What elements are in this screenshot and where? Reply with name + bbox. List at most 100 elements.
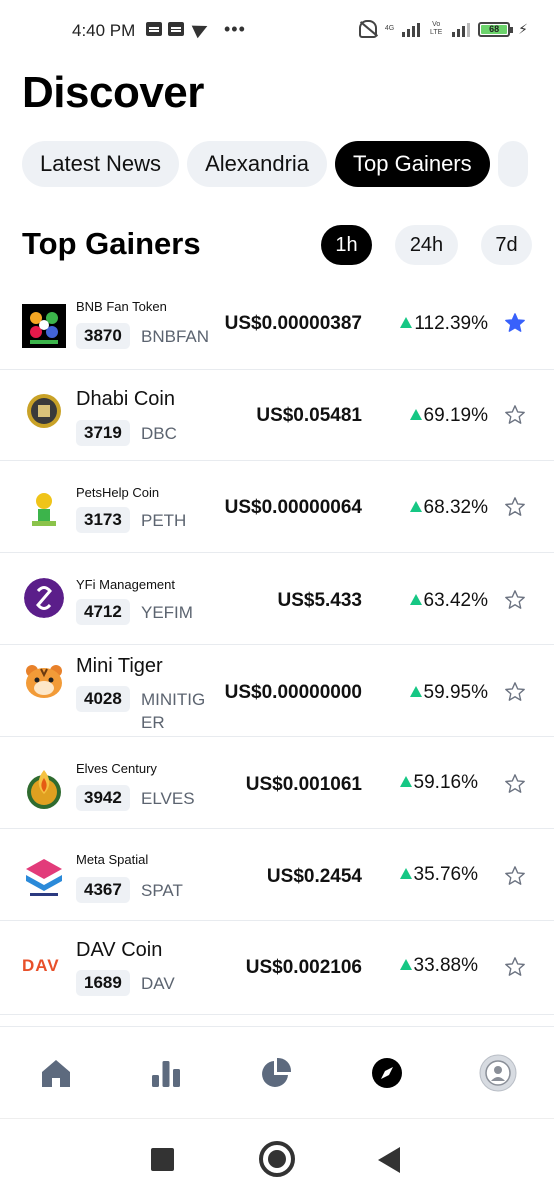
favorite-star-icon[interactable] xyxy=(504,312,526,334)
charging-icon: ⚡ xyxy=(518,20,528,37)
section-title: Top Gainers xyxy=(22,226,201,261)
up-arrow-icon xyxy=(400,317,413,328)
system-icons: 4G Vo LTE 68 ⚡ xyxy=(358,20,528,38)
favorite-star-icon[interactable] xyxy=(504,865,526,887)
elves-century-logo-icon xyxy=(24,766,64,810)
coin-rank-badge: 3870 xyxy=(76,323,130,349)
coin-price: US$0.00000064 xyxy=(224,497,362,518)
mini-tiger-logo-icon xyxy=(24,663,64,699)
coin-name: PetsHelp Coin xyxy=(76,485,160,500)
coin-change: 112.39% xyxy=(400,313,488,335)
network-type-label: 4G xyxy=(384,25,395,32)
coin-symbol-line1: MINITIG xyxy=(141,690,206,709)
up-arrow-icon xyxy=(399,868,412,879)
coin-change: 69.19% xyxy=(409,405,488,427)
coin-row[interactable]: PetsHelp Coin 3173 PETH US$0.00000064 68… xyxy=(0,461,554,553)
status-time: 4:40 PM xyxy=(72,21,136,40)
petshelp-logo-icon xyxy=(26,489,62,529)
coin-change: 33.88% xyxy=(399,955,478,977)
notification-icons: ••• xyxy=(146,19,246,39)
page-title: Discover xyxy=(22,68,204,117)
home-icon[interactable] xyxy=(38,1055,74,1091)
coin-symbol: ELVES xyxy=(141,789,195,808)
status-bar: 4:40 PM ••• 4G Vo LTE 68 ⚡ xyxy=(0,0,554,64)
coin-change-value: 33.88% xyxy=(413,955,478,976)
coin-change-value: 59.16% xyxy=(413,772,478,793)
favorite-star-icon[interactable] xyxy=(504,681,526,703)
telegram-icon xyxy=(191,19,211,39)
up-arrow-icon xyxy=(409,594,422,605)
signal-icon-2 xyxy=(452,21,471,37)
up-arrow-icon xyxy=(399,959,412,970)
up-arrow-icon xyxy=(399,776,412,787)
coin-price: US$0.002106 xyxy=(245,957,362,978)
profile-avatar-icon[interactable] xyxy=(479,1054,517,1092)
coin-change: 35.76% xyxy=(399,864,478,886)
favorite-star-icon[interactable] xyxy=(504,773,526,795)
tab-latest-news[interactable]: Latest News xyxy=(22,141,180,187)
coin-list: BNB Fan Token 3870 BNBFAN US$0.00000387 … xyxy=(0,278,554,1015)
battery-level: 68 xyxy=(481,24,508,34)
home-button-icon[interactable] xyxy=(259,1141,295,1177)
pie-chart-icon[interactable] xyxy=(258,1055,294,1091)
coin-price: US$0.00000000 xyxy=(224,682,362,703)
coin-change: 59.95% xyxy=(409,682,488,704)
coin-change-value: 35.76% xyxy=(413,864,478,885)
coin-rank-badge: 4367 xyxy=(76,877,130,903)
coin-row[interactable]: Mini Tiger 4028 MINITIG ER US$0.00000000… xyxy=(0,645,554,737)
coin-name: Elves Century xyxy=(76,761,157,776)
tab-top-gainers[interactable]: Top Gainers xyxy=(335,141,490,187)
favorite-star-icon[interactable] xyxy=(504,589,526,611)
coin-change: 63.42% xyxy=(409,590,488,612)
coin-change: 68.32% xyxy=(409,497,488,519)
coin-rank-badge: 4028 xyxy=(76,686,130,712)
coin-name: Mini Tiger xyxy=(76,655,163,677)
dav-coin-logo-icon: DAV xyxy=(22,956,60,975)
coin-price: US$0.05481 xyxy=(256,405,362,426)
compass-icon[interactable] xyxy=(369,1055,405,1091)
period-1h-button[interactable]: 1h xyxy=(321,225,372,265)
coin-change-value: 63.42% xyxy=(423,590,488,611)
favorite-star-icon[interactable] xyxy=(504,404,526,426)
back-icon[interactable] xyxy=(378,1147,400,1173)
dhabi-coin-logo-icon xyxy=(26,393,62,429)
coin-symbol-line2: ER xyxy=(141,713,165,732)
message-icon xyxy=(146,22,162,36)
favorite-star-icon[interactable] xyxy=(504,956,526,978)
period-7d-button[interactable]: 7d xyxy=(481,225,532,265)
coin-price: US$0.001061 xyxy=(245,774,362,795)
coin-name: DAV Coin xyxy=(76,939,163,961)
coin-row[interactable]: YFi Management 4712 YEFIM US$5.433 63.42… xyxy=(0,553,554,645)
coin-change-value: 68.32% xyxy=(423,497,488,518)
up-arrow-icon xyxy=(409,409,422,420)
recent-apps-icon[interactable] xyxy=(151,1148,174,1171)
bar-chart-icon[interactable] xyxy=(148,1055,184,1091)
coin-rank-badge: 3719 xyxy=(76,420,130,446)
coin-change-value: 112.39% xyxy=(414,313,488,334)
bnbfan-logo-icon xyxy=(22,304,66,348)
bottom-nav xyxy=(0,1026,554,1118)
signal-icon xyxy=(402,21,421,37)
coin-row[interactable]: Dhabi Coin 3719 DBC US$0.05481 69.19% xyxy=(0,370,554,461)
coin-rank-badge: 4712 xyxy=(76,599,130,625)
coin-row[interactable]: Elves Century 3942 ELVES US$0.001061 59.… xyxy=(0,737,554,829)
coin-row[interactable]: Meta Spatial 4367 SPAT US$0.2454 35.76% xyxy=(0,829,554,921)
up-arrow-icon xyxy=(409,686,422,697)
tab-next[interactable] xyxy=(497,141,528,187)
favorite-star-icon[interactable] xyxy=(504,496,526,518)
coin-name: BNB Fan Token xyxy=(76,299,167,314)
coin-symbol: DBC xyxy=(141,424,177,443)
tab-alexandria[interactable]: Alexandria xyxy=(187,141,328,187)
coin-row[interactable]: BNB Fan Token 3870 BNBFAN US$0.00000387 … xyxy=(0,278,554,370)
category-tabs: Latest News Alexandria Top Gainers xyxy=(22,141,554,189)
coin-symbol: BNBFAN xyxy=(141,327,210,346)
coin-symbol: YEFIM xyxy=(141,603,193,622)
period-24h-button[interactable]: 24h xyxy=(395,225,458,265)
coin-rank-badge: 3173 xyxy=(76,507,130,533)
coin-price: US$0.00000387 xyxy=(224,313,362,334)
coin-row[interactable]: DAV DAV Coin 1689 DAV US$0.002106 33.88% xyxy=(0,921,554,1015)
battery-icon: 68 xyxy=(478,21,514,37)
coin-change: 59.16% xyxy=(399,772,478,794)
coin-rank-badge: 3942 xyxy=(76,785,130,811)
yefim-logo-icon xyxy=(24,578,64,618)
